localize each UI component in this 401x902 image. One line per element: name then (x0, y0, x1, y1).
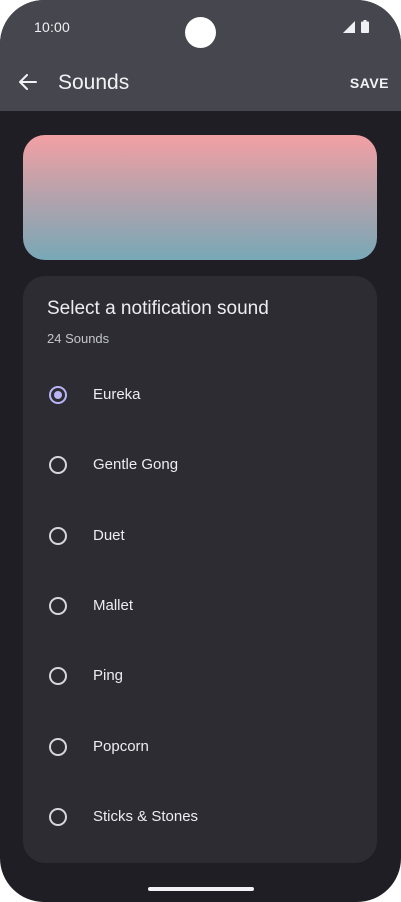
radio-button-icon[interactable] (49, 456, 67, 474)
sound-option-label: Ping (93, 667, 124, 684)
sound-option-duet[interactable]: Duet (23, 506, 377, 566)
sound-option-label: Gentle Gong (93, 456, 179, 473)
sound-option-label: Popcorn (93, 738, 149, 755)
sound-option-label: Eureka (93, 386, 141, 403)
sound-selection-card: Select a notification sound 24 Sounds Eu… (23, 276, 377, 863)
sound-option-label: Duet (93, 527, 125, 544)
status-icons (343, 20, 369, 38)
radio-button-icon[interactable] (49, 597, 67, 615)
radio-button-icon[interactable] (49, 808, 67, 826)
battery-icon (361, 20, 369, 38)
sound-option-ping[interactable]: Ping (23, 646, 377, 706)
radio-button-checked-icon[interactable] (49, 386, 67, 404)
page-title: Sounds (58, 71, 130, 94)
sound-option-popcorn[interactable]: Popcorn (23, 717, 377, 777)
top-app-bar: 10:00 Sounds SAVE (0, 0, 401, 111)
radio-button-icon[interactable] (49, 527, 67, 545)
radio-button-icon[interactable] (49, 667, 67, 685)
sound-option-mallet[interactable]: Mallet (23, 576, 377, 636)
status-time: 10:00 (34, 19, 71, 35)
sound-option-eureka[interactable]: Eureka (23, 365, 377, 425)
sound-preview-banner (23, 135, 377, 260)
signal-icon (343, 20, 355, 38)
arrow-left-icon (19, 73, 37, 95)
sound-option-label: Mallet (93, 597, 134, 614)
home-indicator[interactable] (148, 887, 254, 891)
sound-option-sticks-and-stones[interactable]: Sticks & Stones (23, 787, 377, 847)
sound-option-gentle-gong[interactable]: Gentle Gong (23, 435, 377, 495)
phone-screen: 10:00 Sounds SAVE Select a notification … (0, 0, 401, 902)
sound-count: 24 Sounds (47, 331, 110, 346)
back-button[interactable] (14, 70, 42, 98)
camera-cutout (185, 17, 216, 48)
save-button[interactable]: SAVE (350, 75, 389, 91)
sound-option-label: Sticks & Stones (93, 808, 199, 825)
radio-button-icon[interactable] (49, 738, 67, 756)
card-title: Select a notification sound (47, 298, 269, 319)
